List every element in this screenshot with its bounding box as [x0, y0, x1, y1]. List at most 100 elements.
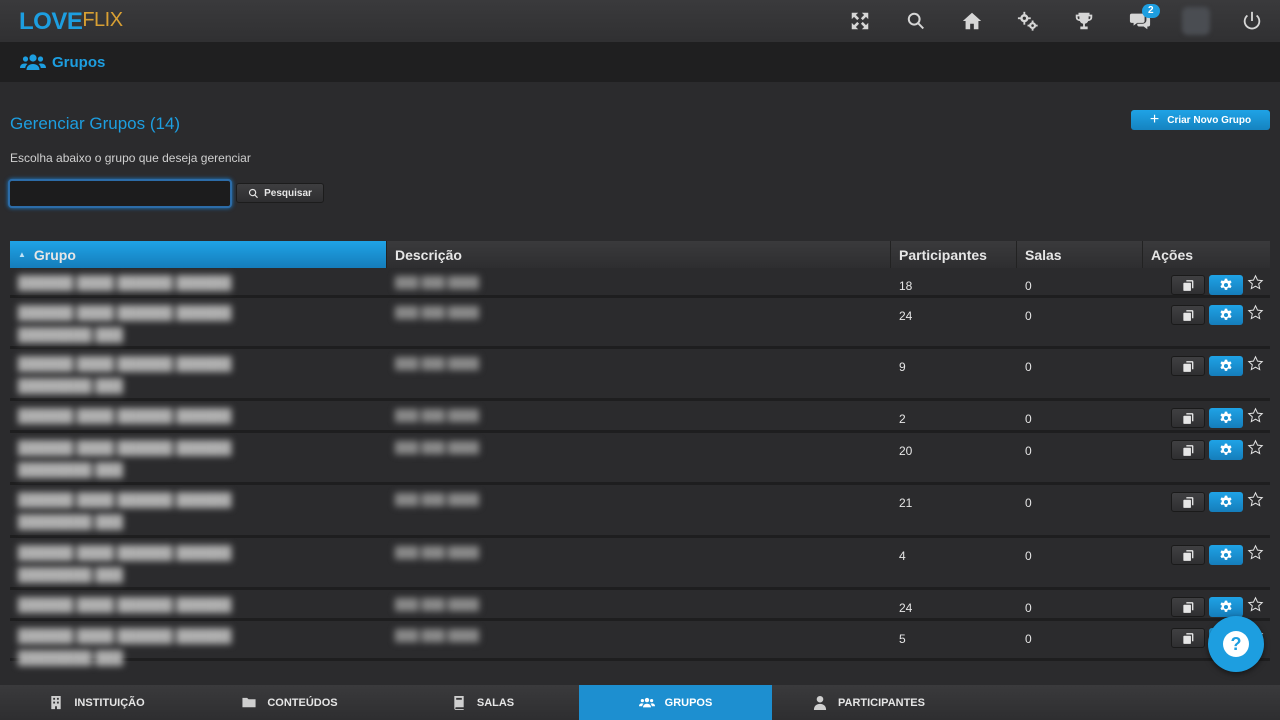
settings-button[interactable]: [1209, 545, 1243, 565]
table-body: ██████ ████ ██████ ██████ ███ ███ ████ 1…: [10, 268, 1270, 665]
star-icon[interactable]: [1247, 491, 1264, 513]
settings-button[interactable]: [1209, 597, 1243, 617]
settings-button[interactable]: [1209, 440, 1243, 460]
help-button[interactable]: ?: [1208, 616, 1264, 672]
trophy-icon[interactable]: [1056, 0, 1112, 42]
power-icon[interactable]: [1224, 0, 1280, 42]
home-icon[interactable]: [944, 0, 1000, 42]
search-icon: [249, 188, 259, 198]
star-icon[interactable]: [1247, 439, 1264, 461]
column-header-salas[interactable]: Salas: [1017, 241, 1143, 268]
nav-item-participantes[interactable]: PARTICIPANTES: [772, 685, 965, 720]
row-actions: [1171, 439, 1264, 461]
description-cell: ███ ███ ████: [387, 401, 891, 430]
nav-item-label: PARTICIPANTES: [838, 696, 925, 709]
group-name-cell[interactable]: ██████ ████ ██████ ██████: [10, 590, 387, 618]
copy-icon: [1182, 309, 1193, 321]
description-redacted: ███ ███ ████: [395, 547, 480, 559]
table-row[interactable]: ██████ ████ ██████ ██████ ████████ ███ █…: [10, 485, 1270, 538]
table-row[interactable]: ██████ ████ ██████ ██████ ████████ ███ █…: [10, 298, 1270, 349]
table-row[interactable]: ██████ ████ ██████ ██████ ████████ ███ █…: [10, 621, 1270, 665]
table-row[interactable]: ██████ ████ ██████ ██████ ████████ ███ █…: [10, 349, 1270, 401]
group-name-redacted: ██████ ████ ██████ ██████: [18, 628, 232, 643]
column-header-label: Descrição: [395, 246, 462, 263]
table-row[interactable]: ██████ ████ ██████ ██████ ████████ ███ █…: [10, 433, 1270, 485]
gear-icon: [1220, 359, 1232, 371]
copy-button[interactable]: [1171, 597, 1205, 617]
row-actions: [1171, 596, 1264, 618]
page-title: Grupos: [52, 53, 106, 71]
group-name-cell[interactable]: ██████ ████ ██████ ██████ ████████ ███: [10, 538, 387, 587]
create-group-button[interactable]: + Criar Novo Grupo: [1131, 110, 1270, 130]
top-icons: 2: [832, 0, 1280, 42]
copy-button[interactable]: [1171, 492, 1205, 512]
table-row[interactable]: ██████ ████ ██████ ██████ ███ ███ ████ 1…: [10, 268, 1270, 298]
copy-icon: [1182, 549, 1193, 561]
star-icon[interactable]: [1247, 407, 1264, 429]
nav-item-instituicao[interactable]: INSTITUIÇÃO: [0, 685, 193, 720]
app-logo[interactable]: LOVEFLIX: [19, 8, 123, 36]
copy-button[interactable]: [1171, 628, 1205, 648]
row-actions: [1171, 491, 1264, 513]
group-name-cell[interactable]: ██████ ████ ██████ ██████ ████████ ███: [10, 485, 387, 535]
copy-button[interactable]: [1171, 305, 1205, 325]
column-header-descricao[interactable]: Descrição: [387, 241, 891, 268]
description-redacted: ███ ███ ████: [395, 442, 480, 454]
participants-cell: 2: [899, 412, 906, 426]
table-row[interactable]: ██████ ████ ██████ ██████ ████████ ███ █…: [10, 538, 1270, 590]
copy-button[interactable]: [1171, 275, 1205, 295]
nav-item-salas[interactable]: SALAS: [386, 685, 579, 720]
group-name-redacted: ████████ ███: [18, 462, 123, 477]
table-row[interactable]: ██████ ████ ██████ ██████ ███ ███ ████ 2…: [10, 401, 1270, 433]
star-icon[interactable]: [1247, 544, 1264, 566]
nav-item-label: SALAS: [476, 696, 515, 709]
column-header-grupo[interactable]: ▲ Grupo: [10, 241, 387, 268]
search-icon[interactable]: [888, 0, 944, 42]
gear-icon: [1220, 411, 1232, 423]
copy-icon: [1182, 360, 1193, 372]
search-input[interactable]: [8, 179, 232, 208]
search-button[interactable]: Pesquisar: [236, 183, 324, 203]
settings-button[interactable]: [1209, 275, 1243, 295]
plus-icon: +: [1149, 111, 1160, 128]
description-redacted: ███ ███ ████: [395, 494, 480, 506]
nav-item-conteudos[interactable]: CONTEÚDOS: [193, 685, 386, 720]
copy-button[interactable]: [1171, 545, 1205, 565]
group-name-cell[interactable]: ██████ ████ ██████ ██████ ████████ ███: [10, 349, 387, 398]
column-header-label: Grupo: [33, 246, 76, 263]
help-icon: ?: [1223, 631, 1249, 657]
group-name-cell[interactable]: ██████ ████ ██████ ██████: [10, 401, 387, 430]
participants-cell: 24: [899, 309, 913, 323]
copy-button[interactable]: [1171, 408, 1205, 428]
users-icon: [20, 53, 46, 71]
copy-button[interactable]: [1171, 440, 1205, 460]
avatar[interactable]: [1168, 0, 1224, 42]
copy-button[interactable]: [1171, 356, 1205, 376]
group-name-cell[interactable]: ██████ ████ ██████ ██████: [10, 268, 387, 295]
create-group-label: Criar Novo Grupo: [1167, 114, 1252, 126]
description-cell: ███ ███ ████: [387, 621, 891, 658]
nav-item-grupos[interactable]: GRUPOS: [579, 685, 772, 720]
group-name-cell[interactable]: ██████ ████ ██████ ██████ ████████ ███: [10, 621, 387, 665]
settings-gears-icon[interactable]: [1000, 0, 1056, 42]
description-cell: ███ ███ ████: [387, 298, 891, 346]
star-icon[interactable]: [1247, 355, 1264, 377]
group-name-cell[interactable]: ██████ ████ ██████ ██████ ████████ ███: [10, 298, 387, 346]
star-icon[interactable]: [1247, 274, 1264, 296]
chat-icon[interactable]: 2: [1112, 0, 1168, 42]
description-cell: ███ ███ ████: [387, 268, 891, 295]
settings-button[interactable]: [1209, 408, 1243, 428]
row-actions: [1171, 274, 1264, 296]
copy-icon: [1182, 632, 1193, 644]
copy-icon: [1182, 601, 1193, 613]
table-row[interactable]: ██████ ████ ██████ ██████ ███ ███ ████ 2…: [10, 590, 1270, 621]
column-header-participantes[interactable]: Participantes: [891, 241, 1017, 268]
settings-button[interactable]: [1209, 305, 1243, 325]
group-name-cell[interactable]: ██████ ████ ██████ ██████ ████████ ███: [10, 433, 387, 482]
star-icon[interactable]: [1247, 304, 1264, 326]
fullscreen-icon[interactable]: [832, 0, 888, 42]
description-cell: ███ ███ ████: [387, 433, 891, 482]
settings-button[interactable]: [1209, 492, 1243, 512]
settings-button[interactable]: [1209, 356, 1243, 376]
star-icon[interactable]: [1247, 596, 1264, 618]
